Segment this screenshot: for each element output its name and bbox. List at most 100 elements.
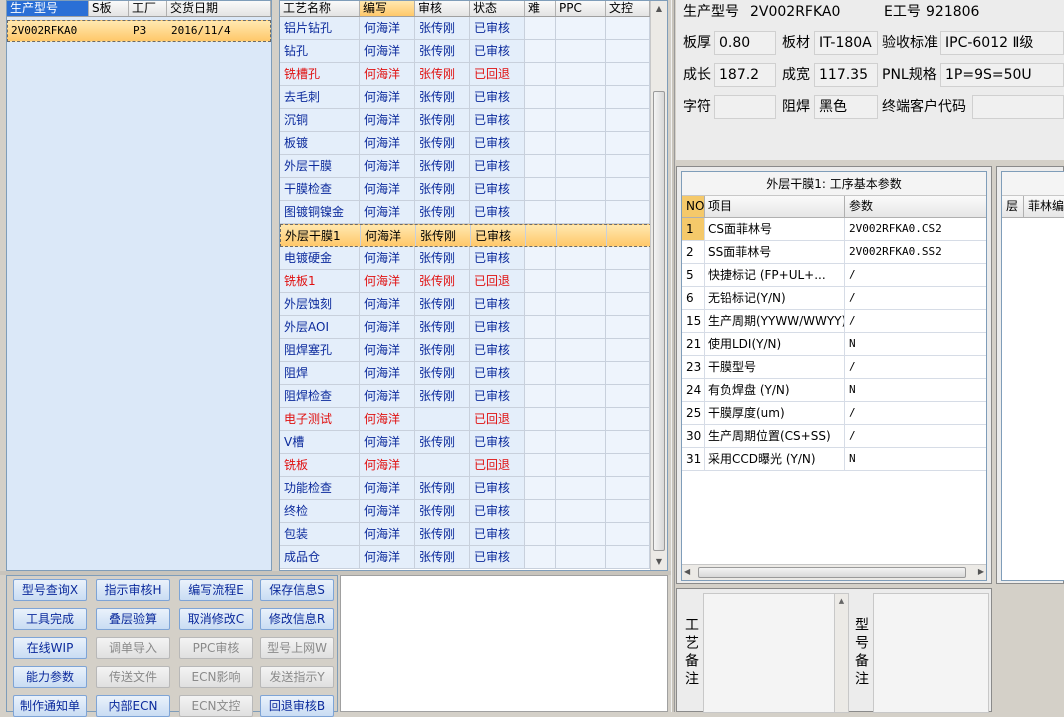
col-header-film[interactable]: 菲林编 (1024, 196, 1064, 217)
param-row[interactable]: 15 生产周期(YYWW/WWYY) / (682, 310, 986, 333)
process-row[interactable]: 成品仓 何海洋 张传刚 已审核 (280, 546, 667, 569)
process-row[interactable]: 终检 何海洋 张传刚 已审核 (280, 500, 667, 523)
process-grid[interactable]: 工艺名称 编写 审核 状态 难 PPC 文控 铝片钻孔 何海洋 张传刚 已审核 钻孔 何海… (279, 0, 668, 571)
action-button[interactable]: 发送指示Y (260, 666, 334, 688)
action-button[interactable]: 修改信息R (260, 608, 334, 630)
process-row[interactable]: 电镀硬金 何海洋 张传刚 已审核 (280, 247, 667, 270)
layer-grid[interactable]: 层 菲林编 (1001, 171, 1064, 581)
action-button[interactable]: 型号上网W (260, 637, 334, 659)
process-row[interactable]: 阻焊 何海洋 张传刚 已审核 (280, 362, 667, 385)
param-row[interactable]: 2 SS面菲林号 2V002RFKA0.SS2 (682, 241, 986, 264)
col-header-reviewer[interactable]: 审核 (415, 1, 470, 16)
process-row[interactable]: 图镀铜镍金 何海洋 张传刚 已审核 (280, 201, 667, 224)
param-row[interactable]: 31 采用CCD曝光 (Y/N) N (682, 448, 986, 471)
order-row[interactable]: 2V002RFKA0 P3 2016/11/4 (7, 20, 271, 42)
col-header-layer[interactable]: 层 (1002, 196, 1024, 217)
process-row[interactable]: 铣板1 何海洋 张传刚 已回退 (280, 270, 667, 293)
process-difficulty (525, 178, 556, 200)
col-header-model[interactable]: 生产型号 (7, 1, 89, 16)
scroll-right-icon[interactable]: ▶ (978, 567, 984, 576)
col-header-param[interactable]: 参数 (845, 196, 986, 217)
param-row[interactable]: 23 干膜型号 / (682, 356, 986, 379)
action-button[interactable]: ECN影响 (179, 666, 253, 688)
param-row[interactable]: 6 无铅标记(Y/N) / (682, 287, 986, 310)
process-row[interactable]: 铣槽孔 何海洋 张传刚 已回退 (280, 63, 667, 86)
col-header-writer[interactable]: 编写 (360, 1, 415, 16)
action-button[interactable]: 保存信息S (260, 579, 334, 601)
action-button[interactable]: 指示审核H (96, 579, 170, 601)
col-header-s[interactable]: S板 (89, 1, 129, 16)
col-header-factory[interactable]: 工厂 (129, 1, 167, 16)
pnl-field[interactable]: 1P=9S=50U (940, 63, 1064, 87)
process-row[interactable]: V槽 何海洋 张传刚 已审核 (280, 431, 667, 454)
process-row[interactable]: 阻焊检查 何海洋 张传刚 已审核 (280, 385, 667, 408)
param-row[interactable]: 1 CS面菲林号 2V002RFKA0.CS2 (682, 218, 986, 241)
process-row[interactable]: 外层干膜1 何海洋 张传刚 已审核 (280, 224, 667, 247)
process-row[interactable]: 阻焊塞孔 何海洋 张传刚 已审核 (280, 339, 667, 362)
process-row[interactable]: 铣板 何海洋 已回退 (280, 454, 667, 477)
process-row[interactable]: 去毛刺 何海洋 张传刚 已审核 (280, 86, 667, 109)
material-field[interactable]: IT-180A (814, 31, 878, 55)
col-header-difficulty[interactable]: 难 (525, 1, 556, 16)
action-button[interactable]: 编写流程E (179, 579, 253, 601)
thickness-field[interactable]: 0.80 (714, 31, 776, 55)
model-remark-field[interactable] (873, 593, 989, 713)
process-remark-field[interactable]: ▲ (703, 593, 849, 713)
action-button[interactable]: 取消修改C (179, 608, 253, 630)
action-button[interactable]: 叠层验算 (96, 608, 170, 630)
order-grid[interactable]: 生产型号 S板 工厂 交货日期 2V002RFKA0 P3 2016/11/4 (6, 0, 272, 571)
process-ppc (556, 500, 606, 522)
width-field[interactable]: 117.35 (814, 63, 878, 87)
action-button[interactable]: 制作通知单 (13, 695, 87, 717)
col-header-no[interactable]: NO (682, 196, 705, 217)
col-header-item[interactable]: 项目 (705, 196, 845, 217)
process-row[interactable]: 干膜检查 何海洋 张传刚 已审核 (280, 178, 667, 201)
scroll-up-icon[interactable]: ▲ (651, 1, 667, 17)
param-row[interactable]: 30 生产周期位置(CS+SS) / (682, 425, 986, 448)
col-header-doc-control[interactable]: 文控 (606, 1, 650, 16)
param-hscrollbar[interactable]: ◀ ▶ (682, 564, 986, 580)
col-header-ppc[interactable]: PPC (556, 1, 606, 16)
layer-panel[interactable]: 层 菲林编 (996, 166, 1064, 584)
process-row[interactable]: 铝片钻孔 何海洋 张传刚 已审核 (280, 17, 667, 40)
scroll-left-icon[interactable]: ◀ (684, 567, 690, 576)
param-row[interactable]: 21 使用LDI(Y/N) N (682, 333, 986, 356)
standard-field[interactable]: IPC-6012 Ⅱ级 (940, 31, 1064, 55)
action-button[interactable]: 能力参数 (13, 666, 87, 688)
process-row[interactable]: 钻孔 何海洋 张传刚 已审核 (280, 40, 667, 63)
process-row[interactable]: 板镀 何海洋 张传刚 已审核 (280, 132, 667, 155)
col-header-process[interactable]: 工艺名称 (280, 1, 360, 16)
action-button[interactable]: 回退审核B (260, 695, 334, 717)
action-button[interactable]: ECN文控 (179, 695, 253, 717)
vertical-splitter[interactable] (671, 0, 675, 712)
action-button[interactable]: 工具完成 (13, 608, 87, 630)
process-scrollbar[interactable]: ▲ ▼ (650, 1, 667, 570)
action-button[interactable]: 传送文件 (96, 666, 170, 688)
action-button[interactable]: 内部ECN (96, 695, 170, 717)
process-row[interactable]: 包装 何海洋 张传刚 已审核 (280, 523, 667, 546)
param-row[interactable]: 25 干膜厚度(um) / (682, 402, 986, 425)
action-button[interactable]: 在线WIP (13, 637, 87, 659)
process-row[interactable]: 外层AOI 何海洋 张传刚 已审核 (280, 316, 667, 339)
param-grid[interactable]: 外层干膜1: 工序基本参数 NO 项目 参数 1 CS面菲林号 2V002RFKA0… (681, 171, 987, 581)
action-button[interactable]: 调单导入 (96, 637, 170, 659)
hscroll-thumb[interactable] (698, 567, 966, 578)
process-row[interactable]: 外层干膜 何海洋 张传刚 已审核 (280, 155, 667, 178)
scroll-thumb[interactable] (653, 91, 665, 551)
char-field[interactable] (714, 95, 776, 119)
col-header-status[interactable]: 状态 (470, 1, 525, 16)
scroll-down-icon[interactable]: ▼ (651, 554, 667, 570)
process-row[interactable]: 电子测试 何海洋 已回退 (280, 408, 667, 431)
scroll-up-icon[interactable]: ▲ (834, 594, 848, 712)
process-row[interactable]: 外层蚀刻 何海洋 张传刚 已审核 (280, 293, 667, 316)
process-row[interactable]: 功能检查 何海洋 张传刚 已审核 (280, 477, 667, 500)
action-button[interactable]: 型号查询X (13, 579, 87, 601)
mask-field[interactable]: 黑色 (814, 95, 878, 119)
customer-field[interactable] (972, 95, 1064, 119)
param-row[interactable]: 5 快捷标记 (FP+UL+... / (682, 264, 986, 287)
param-row[interactable]: 24 有负焊盘 (Y/N) N (682, 379, 986, 402)
length-field[interactable]: 187.2 (714, 63, 776, 87)
col-header-date[interactable]: 交货日期 (167, 1, 271, 16)
process-row[interactable]: 沉铜 何海洋 张传刚 已审核 (280, 109, 667, 132)
action-button[interactable]: PPC审核 (179, 637, 253, 659)
